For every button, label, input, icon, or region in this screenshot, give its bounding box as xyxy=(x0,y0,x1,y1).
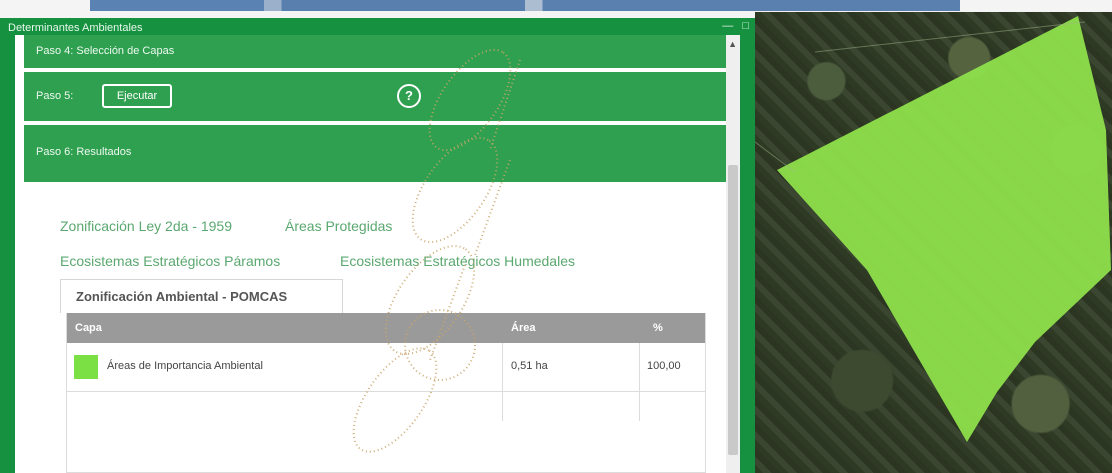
header-capa: Capa xyxy=(75,322,102,334)
scrollbar[interactable]: ▲ xyxy=(726,35,740,473)
scroll-up-icon[interactable]: ▲ xyxy=(728,39,737,49)
panel-body: Paso 4: Selección de Capas Paso 5: Ejecu… xyxy=(15,35,740,473)
table-header: Capa Área % xyxy=(67,313,705,343)
results-table: Capa Área % Áreas de Importancia Ambient… xyxy=(66,313,706,473)
maximize-icon[interactable]: □ xyxy=(742,20,749,32)
step-6-header[interactable]: Paso 6: Resultados xyxy=(24,125,727,182)
step-4-header[interactable]: Paso 4: Selección de Capas xyxy=(24,35,727,68)
map-view[interactable] xyxy=(755,12,1112,473)
execute-button[interactable]: Ejecutar xyxy=(102,84,172,108)
tab-ecosistemas-humedales[interactable]: Ecosistemas Estratégicos Humedales xyxy=(340,253,575,269)
panel-controls: — □ xyxy=(716,20,749,32)
row-area: 0,51 ha xyxy=(511,360,548,372)
column-divider xyxy=(639,343,640,421)
row-capa: Áreas de Importancia Ambiental xyxy=(107,360,263,372)
scroll-thumb[interactable] xyxy=(728,165,738,455)
widget-panel: Determinantes Ambientales — □ Paso 4: Se… xyxy=(0,18,755,473)
toolbar-bar xyxy=(90,0,960,11)
panel-title: Determinantes Ambientales xyxy=(8,22,143,34)
tab-zonificacion-ley[interactable]: Zonificación Ley 2da - 1959 xyxy=(60,218,232,234)
tab-ecosistemas-paramos[interactable]: Ecosistemas Estratégicos Páramos xyxy=(60,253,280,269)
header-percent: % xyxy=(653,322,663,334)
table-row[interactable]: Áreas de Importancia Ambiental 0,51 ha 1… xyxy=(67,343,705,421)
layer-swatch xyxy=(74,355,98,379)
tab-areas-protegidas[interactable]: Áreas Protegidas xyxy=(285,218,392,234)
header-area: Área xyxy=(511,322,536,334)
minimize-icon[interactable]: — xyxy=(722,20,733,32)
step-5-label: Paso 5: xyxy=(36,90,74,102)
column-divider xyxy=(502,343,503,421)
help-icon[interactable]: ? xyxy=(397,84,421,108)
parcel-polygon[interactable] xyxy=(777,16,1111,442)
step-5-header: Paso 5: Ejecutar ? xyxy=(24,72,727,121)
row-percent: 100,00 xyxy=(647,360,681,372)
map-svg xyxy=(755,16,1111,442)
tab-zonificacion-ambiental-pomcas[interactable]: Zonificación Ambiental - POMCAS xyxy=(60,279,343,313)
